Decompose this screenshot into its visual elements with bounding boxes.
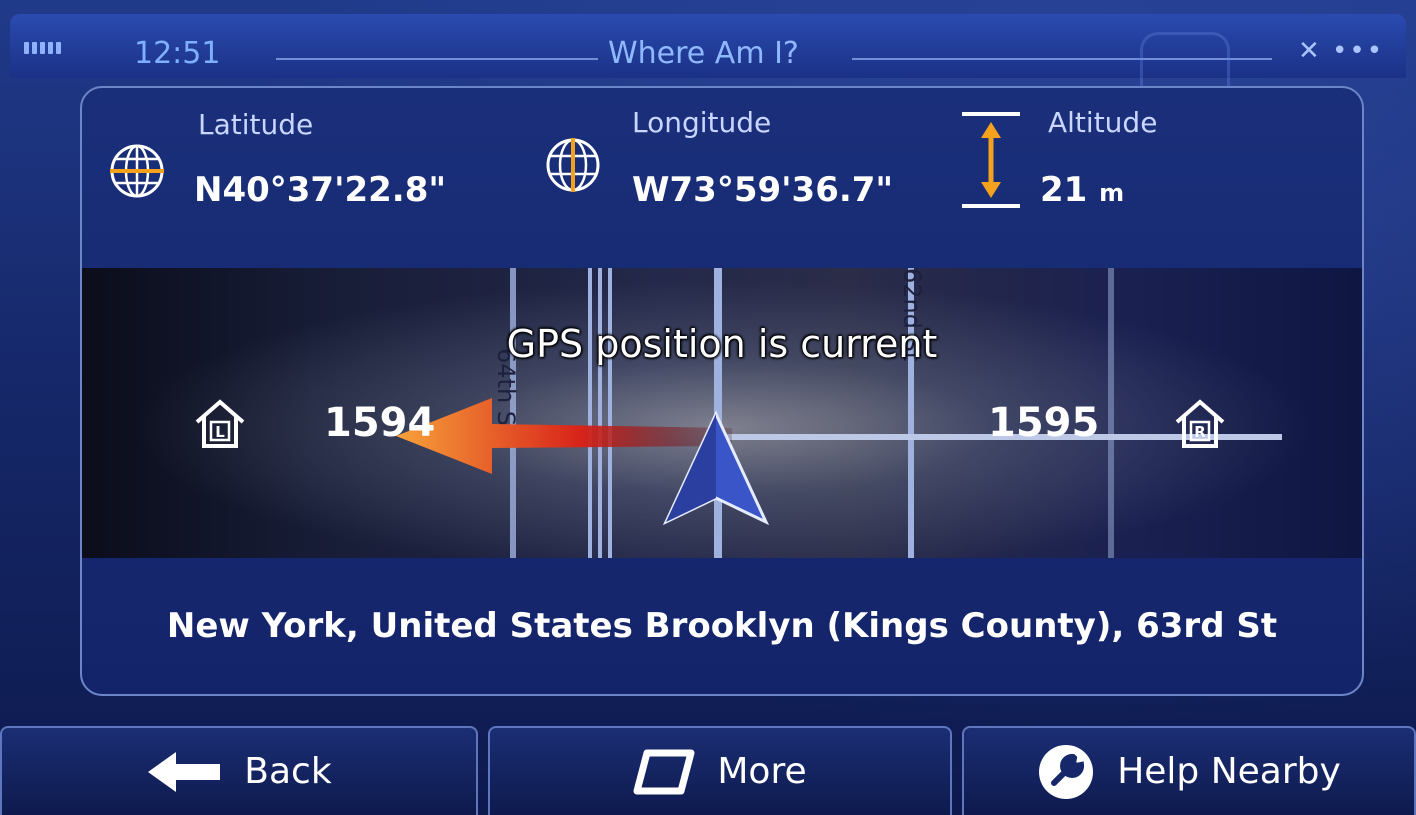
- longitude-value: W73°59'36.7": [632, 170, 894, 210]
- screen-title: Where Am I?: [608, 36, 799, 71]
- more-button[interactable]: More: [488, 726, 952, 815]
- help-nearby-button-label: Help Nearby: [1117, 751, 1341, 792]
- altitude-value: 21 m: [1040, 170, 1125, 210]
- battery-icon: [24, 42, 61, 54]
- longitude-label: Longitude: [632, 106, 772, 139]
- clock-time: 12:51: [134, 36, 221, 71]
- more-icon: [633, 749, 695, 794]
- current-address: New York, United States Brooklyn (Kings …: [166, 606, 1278, 646]
- back-button[interactable]: Back: [0, 726, 478, 815]
- altitude-label: Altitude: [1048, 106, 1158, 139]
- latitude-value: N40°37'22.8": [194, 170, 447, 210]
- wrench-icon: [1039, 744, 1094, 799]
- gps-signal-icon: ✕ •••: [1298, 36, 1385, 66]
- house-left-icon: L: [195, 399, 245, 448]
- house-right-icon: R: [1175, 399, 1225, 448]
- title-divider-left: [276, 58, 598, 60]
- gps-status-message: GPS position is current: [506, 322, 938, 366]
- altitude-icon: [962, 112, 1020, 208]
- car-icon: [1140, 32, 1230, 92]
- where-am-i-screen: 12:51 Where Am I? ✕ ••• Latitude N40°37'…: [0, 0, 1416, 815]
- svg-text:L: L: [215, 423, 225, 441]
- location-info-panel: Latitude N40°37'22.8" Longitude W73°59'3…: [80, 86, 1364, 696]
- house-number-left: 1594: [324, 400, 436, 446]
- back-arrow-icon: [148, 751, 221, 792]
- help-nearby-button[interactable]: Help Nearby: [962, 726, 1416, 815]
- latitude-globe-icon: [110, 144, 164, 198]
- house-number-right: 1595: [988, 400, 1100, 446]
- altitude-unit: m: [1099, 179, 1125, 207]
- current-position-icon: [662, 410, 770, 526]
- more-button-label: More: [717, 751, 807, 792]
- back-button-label: Back: [244, 751, 332, 792]
- svg-text:R: R: [1194, 423, 1206, 441]
- latitude-label: Latitude: [198, 108, 314, 141]
- street-line: [1108, 268, 1114, 558]
- map-view: 64th St 62nd St GPS position is current …: [82, 268, 1362, 558]
- status-bar: 12:51 Where Am I? ✕ •••: [10, 14, 1406, 92]
- longitude-globe-icon: [546, 138, 600, 192]
